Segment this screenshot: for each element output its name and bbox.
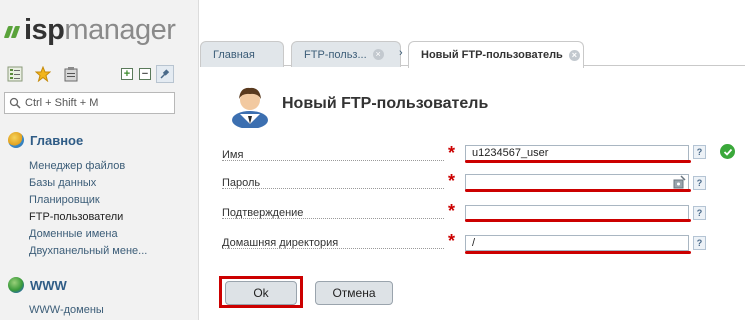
app-window: ispmanager + − Ctrl + Shift + M Главное …	[0, 0, 745, 320]
required-mark: *	[448, 231, 456, 251]
logo-text-light: manager	[64, 13, 176, 46]
password-highlight	[465, 189, 691, 192]
tab-ftp-users[interactable]: FTP-польз... ×	[291, 41, 401, 67]
tab-home-label: Главная	[213, 48, 255, 61]
sidebar-item-www-domains[interactable]: WWW-домены	[29, 304, 104, 316]
tab-ftp-users-label: FTP-польз...	[304, 48, 367, 61]
www-globe-icon	[8, 277, 24, 293]
tab-bar: Главная FTP-польз... × › Новый FTP-польз…	[200, 0, 745, 68]
help-icon[interactable]: ?	[693, 236, 706, 250]
sidebar-item-domain-names[interactable]: Доменные имена	[29, 228, 118, 240]
close-icon[interactable]: ×	[372, 49, 384, 60]
confirm-highlight	[465, 219, 691, 222]
sidebar-toolbar: + −	[6, 65, 176, 85]
section-main-title: Главное	[30, 132, 84, 148]
name-highlight	[465, 160, 691, 163]
section-www-title: WWW	[30, 277, 67, 293]
favorites-star-icon[interactable]	[34, 65, 52, 83]
close-icon[interactable]: ×	[568, 49, 580, 61]
form-title: Новый FTP-пользователь	[282, 95, 489, 112]
tab-new-ftp-user-label: Новый FTP-пользователь	[421, 49, 563, 61]
user-icon	[226, 80, 274, 129]
chevron-right-icon: ›	[399, 47, 403, 59]
name-input[interactable]	[465, 145, 689, 161]
help-icon[interactable]: ?	[693, 176, 706, 190]
section-www[interactable]: WWW	[8, 277, 67, 293]
sidebar-item-dual-panel-manager[interactable]: Двухпанельный мене...	[29, 245, 147, 257]
confirm-dots	[222, 218, 444, 219]
tree-view-icon[interactable]	[6, 65, 24, 83]
ok-button[interactable]: Ok	[225, 281, 297, 305]
sidebar: ispmanager + − Ctrl + Shift + M Главное …	[0, 0, 199, 320]
tab-home[interactable]: Главная	[200, 41, 284, 67]
notes-icon[interactable]	[62, 65, 80, 83]
section-main[interactable]: Главное	[8, 132, 83, 148]
home-directory-highlight	[465, 251, 691, 254]
sidebar-item-databases[interactable]: Базы данных	[29, 177, 96, 189]
expand-all-icon[interactable]: +	[118, 65, 136, 83]
required-mark: *	[448, 143, 456, 163]
help-icon[interactable]: ?	[693, 145, 706, 159]
check-icon	[720, 144, 735, 159]
tab-new-ftp-user[interactable]: Новый FTP-пользователь ×	[408, 41, 584, 68]
name-dots	[222, 160, 444, 161]
required-mark: *	[448, 171, 456, 191]
help-icon[interactable]: ?	[693, 206, 706, 220]
cancel-button[interactable]: Отмена	[315, 281, 393, 305]
logo-text-bold: isp	[24, 13, 65, 46]
collapse-all-icon[interactable]: −	[136, 65, 154, 83]
password-input[interactable]	[465, 174, 689, 190]
logo: ispmanager	[3, 13, 176, 46]
search-placeholder: Ctrl + Shift + M	[25, 97, 99, 109]
password-dots	[222, 188, 444, 189]
pin-icon[interactable]	[156, 65, 174, 83]
generate-password-icon[interactable]	[672, 175, 686, 189]
home-directory-dots	[222, 248, 444, 249]
main-section-icon	[8, 132, 24, 148]
required-mark: *	[448, 201, 456, 221]
sidebar-item-scheduler[interactable]: Планировщик	[29, 194, 100, 206]
sidebar-item-ftp-users[interactable]: FTP-пользователи	[29, 211, 123, 223]
home-directory-input[interactable]	[465, 235, 689, 251]
sidebar-item-file-manager[interactable]: Менеджер файлов	[29, 160, 125, 172]
search-icon	[9, 97, 21, 109]
logo-mark-icon	[3, 26, 21, 38]
form-header: Новый FTP-пользователь	[226, 80, 489, 129]
sidebar-search-input[interactable]: Ctrl + Shift + M	[4, 92, 175, 114]
